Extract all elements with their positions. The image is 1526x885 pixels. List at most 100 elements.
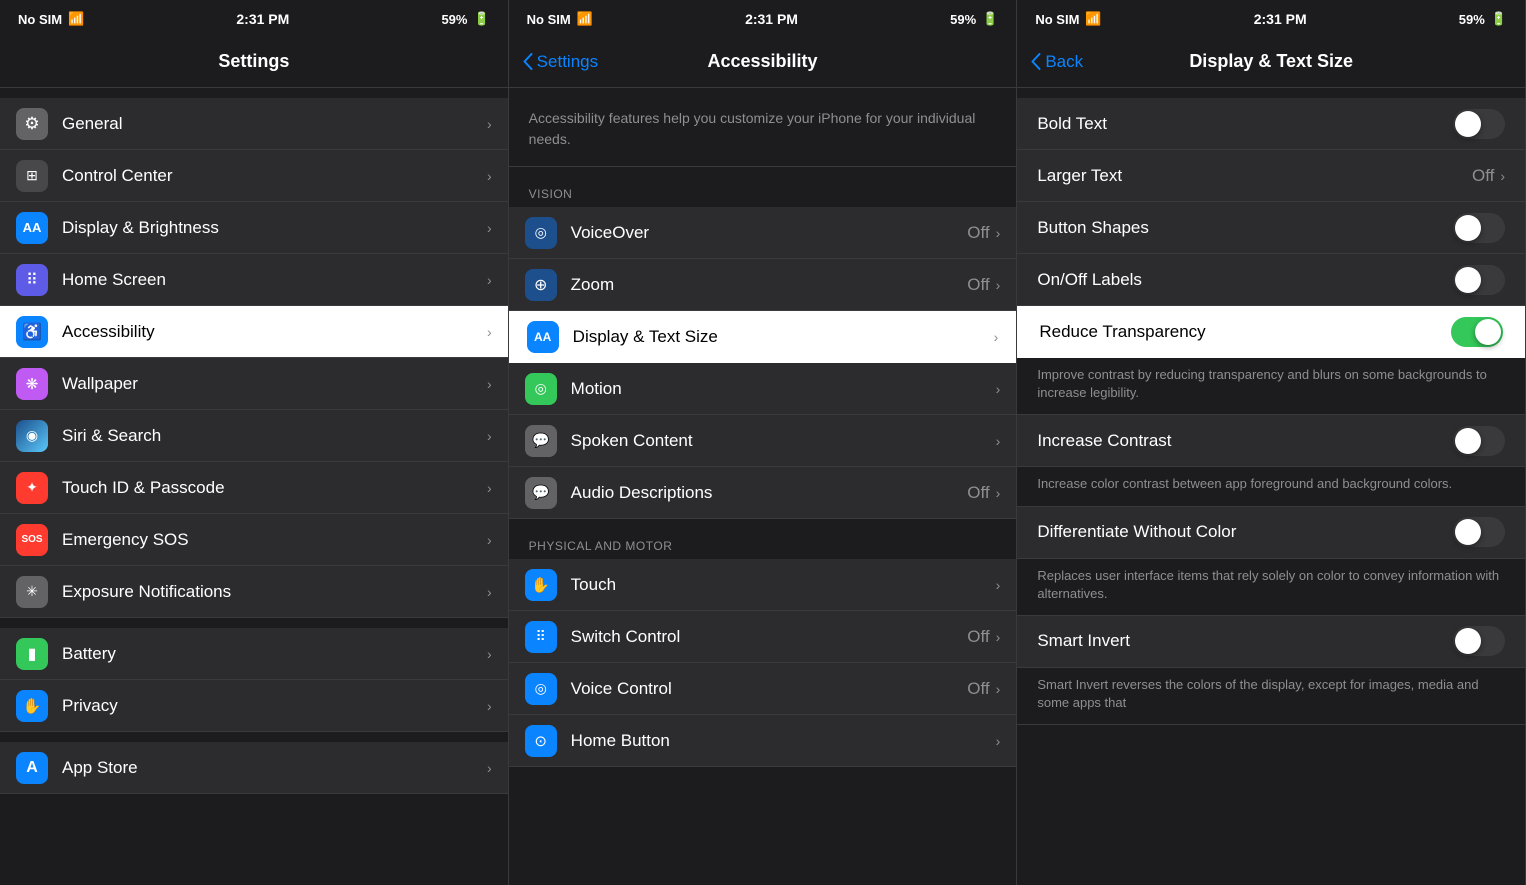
acc-item-audio[interactable]: 💬 Audio Descriptions Off › bbox=[509, 467, 1017, 519]
bold-text-label: Bold Text bbox=[1037, 114, 1453, 134]
touchid-icon: ✦ bbox=[16, 472, 48, 504]
display-item-differentiate[interactable]: Differentiate Without Color bbox=[1017, 507, 1525, 559]
acc-item-zoom[interactable]: ⊕ Zoom Off › bbox=[509, 259, 1017, 311]
appstore-chevron: › bbox=[487, 760, 492, 776]
no-sim-label-3: No SIM bbox=[1035, 12, 1079, 27]
settings-item-touchid[interactable]: ✦ Touch ID & Passcode › bbox=[0, 462, 508, 514]
acc-item-voiceover[interactable]: ◎ VoiceOver Off › bbox=[509, 207, 1017, 259]
status-bar-2: No SIM 📶 2:31 PM 59% 🔋 bbox=[509, 0, 1017, 36]
acc-item-touch[interactable]: ✋ Touch › bbox=[509, 559, 1017, 611]
accessibility-chevron: › bbox=[487, 324, 492, 340]
display-item-larger-text[interactable]: Larger Text Off › bbox=[1017, 150, 1525, 202]
increase-contrast-knob bbox=[1455, 428, 1481, 454]
voice-control-label: Voice Control bbox=[571, 679, 968, 699]
display-item-smart-invert[interactable]: Smart Invert bbox=[1017, 616, 1525, 668]
accessibility-panel: No SIM 📶 2:31 PM 59% 🔋 Settings Accessib… bbox=[509, 0, 1018, 885]
settings-item-siri[interactable]: ◉ Siri & Search › bbox=[0, 410, 508, 462]
wifi-icon-1: 📶 bbox=[68, 11, 84, 27]
display-item-bold-text[interactable]: Bold Text bbox=[1017, 98, 1525, 150]
spoken-label: Spoken Content bbox=[571, 431, 996, 451]
acc-item-switch[interactable]: ⠿ Switch Control Off › bbox=[509, 611, 1017, 663]
audio-icon: 💬 bbox=[525, 477, 557, 509]
status-time-3: 2:31 PM bbox=[1254, 11, 1307, 27]
bold-text-toggle[interactable] bbox=[1453, 109, 1505, 139]
voiceover-icon: ◎ bbox=[525, 217, 557, 249]
settings-item-control-center[interactable]: ⊞ Control Center › bbox=[0, 150, 508, 202]
onoff-labels-label: On/Off Labels bbox=[1037, 270, 1453, 290]
touchid-label: Touch ID & Passcode bbox=[62, 478, 487, 498]
settings-panel: No SIM 📶 2:31 PM 59% 🔋 Settings ⚙ Genera… bbox=[0, 0, 509, 885]
settings-item-home-screen[interactable]: ⠿ Home Screen › bbox=[0, 254, 508, 306]
voice-control-value: Off bbox=[967, 679, 989, 699]
reduce-transparency-toggle[interactable] bbox=[1451, 317, 1503, 347]
battery-icon-2: 🔋 bbox=[982, 11, 998, 27]
battery-label: Battery bbox=[62, 644, 487, 664]
status-right-1: 59% 🔋 bbox=[441, 11, 489, 27]
back-button-accessibility[interactable]: Settings bbox=[523, 52, 598, 72]
no-sim-label-2: No SIM bbox=[527, 12, 571, 27]
acc-item-spoken[interactable]: 💬 Spoken Content › bbox=[509, 415, 1017, 467]
accessibility-label: Accessibility bbox=[62, 322, 487, 342]
display-text-list[interactable]: Bold Text Larger Text Off › Button Shape… bbox=[1017, 88, 1525, 885]
display-item-increase-contrast[interactable]: Increase Contrast bbox=[1017, 415, 1525, 467]
display-item-onoff-labels[interactable]: On/Off Labels bbox=[1017, 254, 1525, 306]
settings-item-wallpaper[interactable]: ❋ Wallpaper › bbox=[0, 358, 508, 410]
settings-item-general[interactable]: ⚙ General › bbox=[0, 98, 508, 150]
back-button-display[interactable]: Back bbox=[1031, 52, 1083, 72]
touchid-chevron: › bbox=[487, 480, 492, 496]
smart-invert-knob bbox=[1455, 628, 1481, 654]
button-shapes-toggle[interactable] bbox=[1453, 213, 1505, 243]
acc-item-motion[interactable]: ◎ Motion › bbox=[509, 363, 1017, 415]
display-text-panel: No SIM 📶 2:31 PM 59% 🔋 Back Display & Te… bbox=[1017, 0, 1526, 885]
larger-text-label: Larger Text bbox=[1037, 166, 1472, 186]
differentiate-toggle[interactable] bbox=[1453, 517, 1505, 547]
display-item-reduce-transparency[interactable]: Reduce Transparency bbox=[1017, 306, 1525, 358]
differentiate-label: Differentiate Without Color bbox=[1037, 522, 1453, 542]
accessibility-list[interactable]: Accessibility features help you customiz… bbox=[509, 88, 1017, 885]
exposure-icon: ✳ bbox=[16, 576, 48, 608]
home-screen-label: Home Screen bbox=[62, 270, 487, 290]
status-left-2: No SIM 📶 bbox=[527, 11, 593, 27]
audio-label: Audio Descriptions bbox=[571, 483, 968, 503]
acc-item-home-button[interactable]: ⊙ Home Button › bbox=[509, 715, 1017, 767]
onoff-labels-toggle[interactable] bbox=[1453, 265, 1505, 295]
settings-item-sos[interactable]: SOS Emergency SOS › bbox=[0, 514, 508, 566]
settings-item-battery[interactable]: ▮ Battery › bbox=[0, 628, 508, 680]
privacy-label: Privacy bbox=[62, 696, 487, 716]
sos-icon: SOS bbox=[16, 524, 48, 556]
settings-item-appstore[interactable]: A App Store › bbox=[0, 742, 508, 794]
switch-icon: ⠿ bbox=[525, 621, 557, 653]
nav-bar-settings: Settings bbox=[0, 36, 508, 88]
home-button-icon: ⊙ bbox=[525, 725, 557, 757]
acc-item-display-text[interactable]: AA Display & Text Size › bbox=[509, 311, 1017, 363]
battery-percent-3: 59% bbox=[1459, 12, 1485, 27]
no-sim-label-1: No SIM bbox=[18, 12, 62, 27]
touch-label: Touch bbox=[571, 575, 996, 595]
battery-chevron: › bbox=[487, 646, 492, 662]
increase-contrast-description: Increase color contrast between app fore… bbox=[1017, 467, 1525, 506]
status-right-2: 59% 🔋 bbox=[950, 11, 998, 27]
settings-item-exposure[interactable]: ✳ Exposure Notifications › bbox=[0, 566, 508, 618]
appstore-icon: A bbox=[16, 752, 48, 784]
nav-bar-accessibility: Settings Accessibility bbox=[509, 36, 1017, 88]
settings-item-privacy[interactable]: ✋ Privacy › bbox=[0, 680, 508, 732]
acc-item-voice-control[interactable]: ◎ Voice Control Off › bbox=[509, 663, 1017, 715]
back-label-display: Back bbox=[1045, 52, 1083, 72]
display-item-button-shapes[interactable]: Button Shapes bbox=[1017, 202, 1525, 254]
battery-icon-1: 🔋 bbox=[473, 11, 489, 27]
settings-item-accessibility[interactable]: ♿ Accessibility › bbox=[0, 306, 508, 358]
increase-contrast-toggle[interactable] bbox=[1453, 426, 1505, 456]
settings-list[interactable]: ⚙ General › ⊞ Control Center › AA Displa… bbox=[0, 88, 508, 885]
wallpaper-label: Wallpaper bbox=[62, 374, 487, 394]
battery-icon-3: 🔋 bbox=[1491, 11, 1507, 27]
settings-item-display[interactable]: AA Display & Brightness › bbox=[0, 202, 508, 254]
zoom-icon: ⊕ bbox=[525, 269, 557, 301]
siri-icon: ◉ bbox=[16, 420, 48, 452]
switch-chevron: › bbox=[996, 629, 1001, 645]
privacy-icon: ✋ bbox=[16, 690, 48, 722]
home-button-chevron: › bbox=[996, 733, 1001, 749]
nav-title-display: Display & Text Size bbox=[1189, 51, 1353, 72]
smart-invert-toggle[interactable] bbox=[1453, 626, 1505, 656]
display-text-icon: AA bbox=[527, 321, 559, 353]
home-button-label: Home Button bbox=[571, 731, 996, 751]
